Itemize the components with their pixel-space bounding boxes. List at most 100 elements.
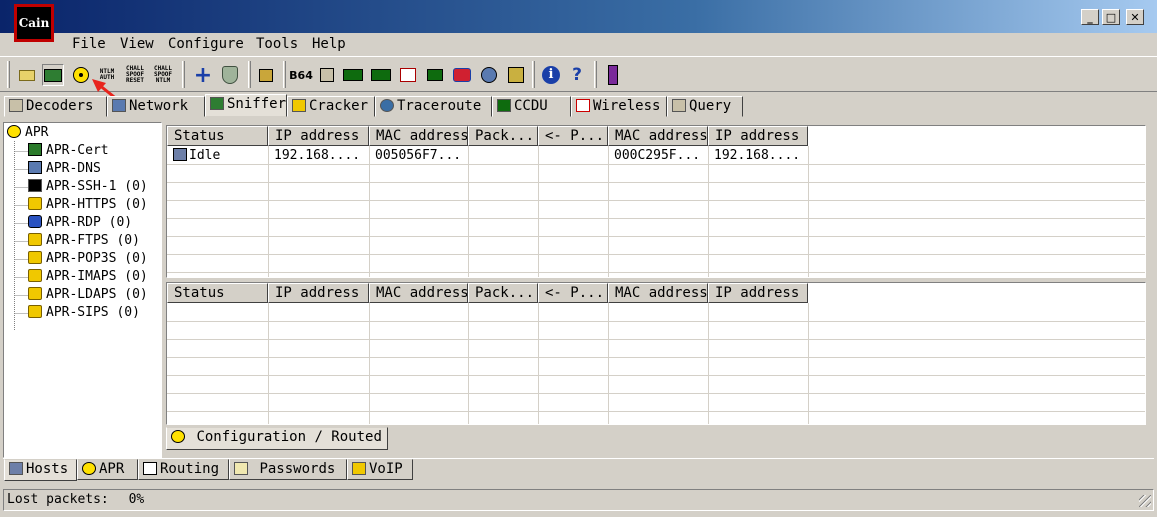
tree-node-label: APR-FTPS (0) (46, 233, 140, 248)
mac-button[interactable] (370, 64, 392, 86)
start-sniffer-button[interactable] (42, 64, 64, 86)
tab-cracker[interactable]: Cracker (287, 96, 375, 117)
tree-node-apr-https[interactable]: APR-HTTPS (0) (28, 197, 148, 213)
tree-node-apr-ldaps[interactable]: APR-LDAPS (0) (28, 287, 148, 303)
maximize-button[interactable]: □ (1102, 9, 1120, 25)
network-button[interactable] (478, 64, 500, 86)
column-header-ip-address-2[interactable]: IP address (708, 126, 808, 146)
title-bar[interactable]: _ □ ✕ (0, 0, 1157, 33)
menu-help[interactable]: Help (312, 36, 346, 52)
tab-decoders[interactable]: Decoders (4, 96, 107, 117)
remove-button[interactable] (219, 64, 241, 86)
tab-configuration-routed[interactable]: Configuration / Routed (166, 427, 388, 450)
box-button[interactable] (451, 64, 473, 86)
tab-label: Configuration / Routed (196, 429, 382, 445)
tab-wireless[interactable]: Wireless (571, 96, 667, 117)
apr-pairs-grid[interactable]: Status IP address MAC address Pack... <-… (166, 125, 1146, 278)
tree-node-apr-sips[interactable]: APR-SIPS (0) (28, 305, 140, 321)
grid-header: Status IP address MAC address Pack... <-… (167, 283, 1145, 303)
minimize-button[interactable]: _ (1081, 9, 1099, 25)
tab-apr[interactable]: APR (77, 459, 138, 480)
user-button[interactable] (602, 64, 624, 86)
close-button[interactable]: ✕ (1126, 9, 1144, 25)
app-logo-icon[interactable]: Cain (14, 4, 54, 42)
tab-hosts[interactable]: Hosts (4, 459, 77, 481)
tab-query[interactable]: Query (667, 96, 743, 117)
b64-label: B64 (289, 68, 313, 82)
tree-node-apr-cert[interactable]: APR-Cert (28, 143, 109, 159)
menu-view[interactable]: View (120, 36, 154, 52)
status-label: Lost packets: (7, 492, 109, 507)
column-header-packets[interactable]: Pack... (468, 126, 538, 146)
help-button[interactable]: ? (566, 64, 588, 86)
column-header-reverse-packets[interactable]: <- P... (538, 126, 608, 146)
column-header-reverse-packets[interactable]: <- P... (538, 283, 608, 303)
column-header-mac-address-2[interactable]: MAC address (608, 126, 708, 146)
lock-icon (28, 197, 42, 210)
about-button[interactable]: i (540, 64, 562, 86)
wireless-icon (576, 99, 590, 112)
apr-tree-view[interactable]: APR APR-Cert APR-DNS APR-SSH-1 (0) APR-H… (3, 122, 162, 458)
toolbar-separator (248, 61, 251, 88)
column-header-mac-address[interactable]: MAC address (369, 126, 468, 146)
lock-icon (28, 251, 42, 264)
resize-grip-icon[interactable] (1139, 495, 1151, 507)
tab-label: CCDU (514, 98, 548, 114)
tree-node-apr[interactable]: APR (7, 125, 48, 141)
wlan-button[interactable] (342, 64, 364, 86)
status-value: 0% (128, 492, 145, 507)
tab-label: VoIP (369, 461, 403, 477)
column-header-status[interactable]: Status (167, 283, 268, 303)
apr-connections-grid[interactable]: Status IP address MAC address Pack... <-… (166, 282, 1146, 425)
certificate-button[interactable] (255, 64, 277, 86)
column-header-mac-address-2[interactable]: MAC address (608, 283, 708, 303)
tab-network[interactable]: Network (107, 96, 205, 117)
tab-ccdu[interactable]: CCDU (492, 96, 571, 117)
grid-line (167, 272, 1145, 273)
toolbar-grip[interactable] (7, 61, 10, 88)
rsa-button[interactable] (397, 64, 419, 86)
tab-passwords[interactable]: Passwords (229, 459, 347, 480)
tab-voip[interactable]: VoIP (347, 459, 413, 480)
tree-node-apr-ftps[interactable]: APR-FTPS (0) (28, 233, 140, 249)
radiation-icon (7, 125, 21, 138)
ccdu-icon (497, 99, 511, 112)
column-header-ip-address[interactable]: IP address (268, 126, 369, 146)
menu-file[interactable]: File (72, 36, 106, 52)
column-header-packets[interactable]: Pack... (468, 283, 538, 303)
lsa-button[interactable] (424, 64, 446, 86)
tree-node-label: APR-POP3S (0) (46, 251, 148, 266)
tree-node-apr-imaps[interactable]: APR-IMAPS (0) (28, 269, 148, 285)
toolbar-separator (532, 61, 535, 88)
tree-node-label: APR-RDP (0) (46, 215, 133, 230)
column-header-status[interactable]: Status (167, 126, 268, 146)
chall-spoof-ntlm-button[interactable]: CHALL SPOOF NTLM (152, 64, 174, 86)
tab-traceroute[interactable]: Traceroute (375, 96, 492, 117)
add-button[interactable]: + (192, 63, 214, 88)
chall-spoof-ntlm-label: CHALL SPOOF NTLM (153, 65, 173, 84)
tree-node-label: APR-Cert (46, 143, 109, 158)
tree-node-apr-dns[interactable]: APR-DNS (28, 161, 101, 177)
tab-routing[interactable]: Routing (138, 459, 229, 480)
column-header-ip-address-2[interactable]: IP address (708, 283, 808, 303)
tree-node-apr-rdp[interactable]: APR-RDP (0) (28, 215, 132, 231)
chip-icon (427, 69, 443, 81)
tree-node-apr-pop3s[interactable]: APR-POP3S (0) (28, 251, 148, 267)
menu-tools[interactable]: Tools (256, 36, 298, 52)
hash-calculator-button[interactable] (316, 64, 338, 86)
key-button[interactable] (505, 64, 527, 86)
column-header-ip-address[interactable]: IP address (268, 283, 369, 303)
tree-node-label: APR-SSH-1 (0) (46, 179, 148, 194)
grid-line (167, 254, 1145, 255)
start-apr-button[interactable] (70, 64, 92, 86)
menu-bar: File View Configure Tools Help (0, 33, 1157, 55)
menu-configure[interactable]: Configure (168, 36, 244, 52)
tab-sniffer[interactable]: Sniffer (205, 94, 287, 117)
base64-button[interactable]: B64 (289, 64, 313, 86)
tree-node-apr-ssh-1[interactable]: APR-SSH-1 (0) (28, 179, 148, 195)
host-pair-icon (173, 148, 187, 161)
tab-label: Hosts (26, 461, 69, 477)
traceroute-icon (380, 99, 394, 112)
open-folder-button[interactable] (16, 64, 38, 86)
column-header-mac-address[interactable]: MAC address (369, 283, 468, 303)
